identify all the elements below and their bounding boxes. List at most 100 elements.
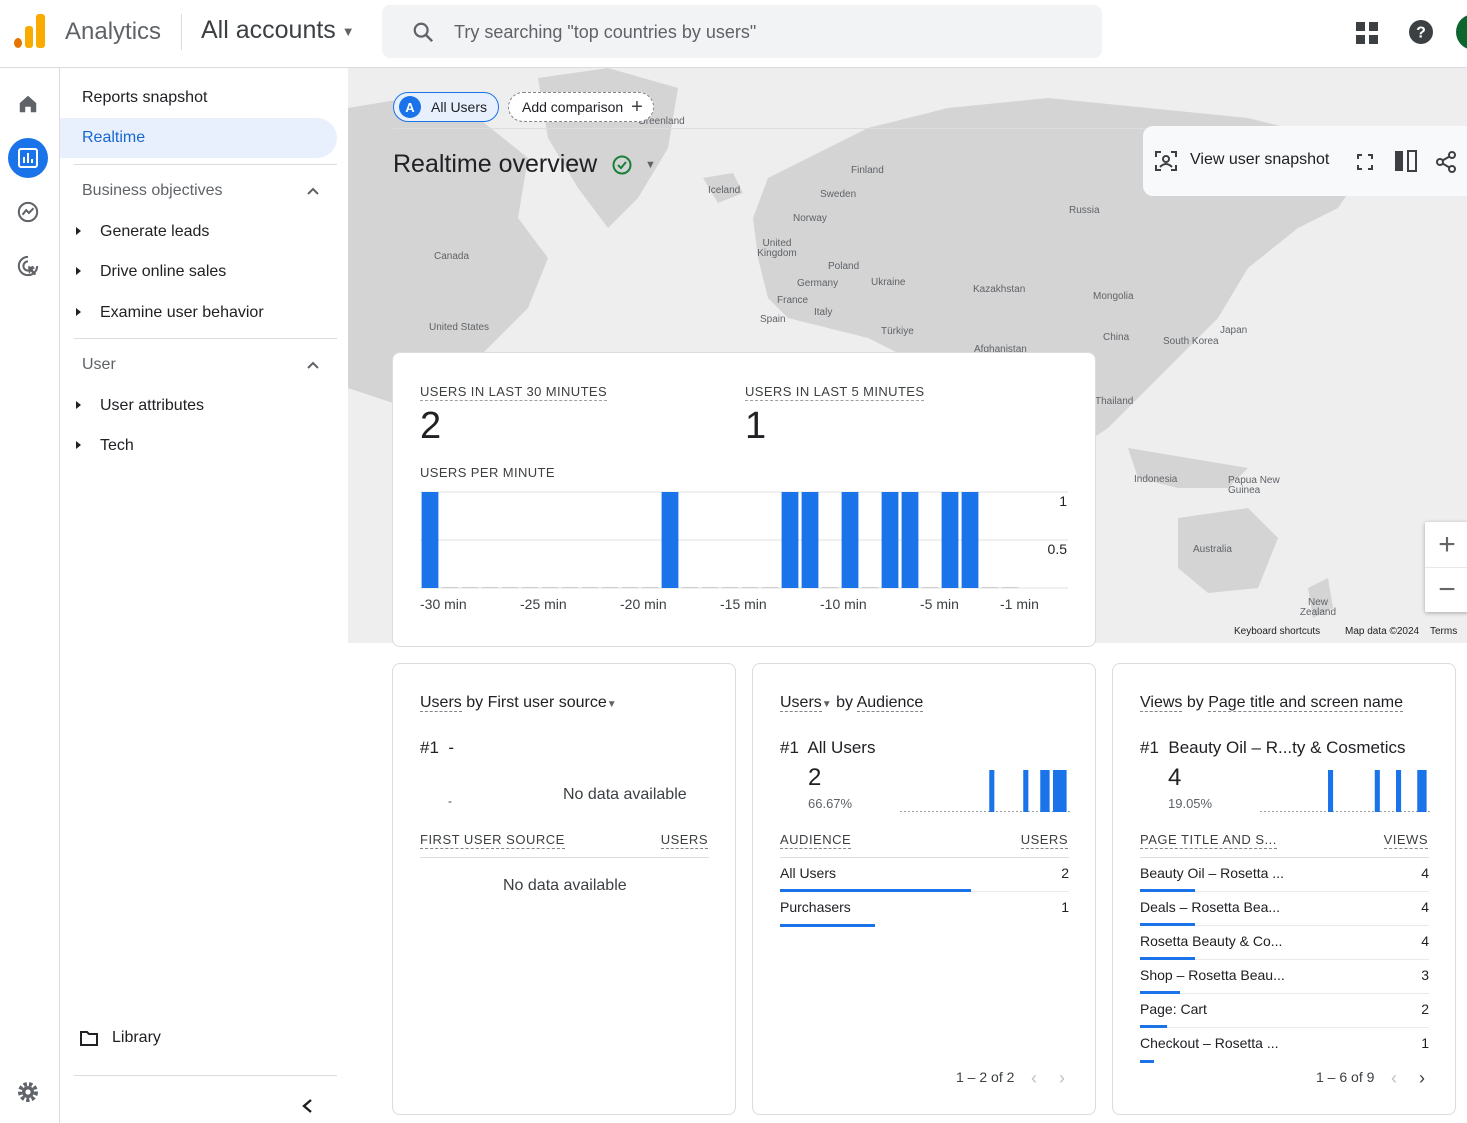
map-label: France — [777, 295, 809, 306]
chart-bar[interactable] — [941, 492, 959, 588]
rank-dash: - — [448, 794, 452, 808]
table-row[interactable]: Purchasers 1 — [780, 892, 1069, 927]
column-header-metric[interactable]: VIEWS — [1383, 832, 1428, 849]
avatar[interactable] — [1456, 14, 1467, 50]
chart-bar[interactable] — [421, 492, 439, 588]
reports-button[interactable] — [8, 138, 48, 178]
dimension-selector[interactable]: Page title and screen name — [1208, 694, 1403, 712]
column-header-dimension[interactable]: FIRST USER SOURCE — [420, 832, 565, 849]
sparkline-bar — [1374, 770, 1380, 812]
nav-item-user-attributes[interactable]: User attributes — [100, 397, 204, 415]
caret-down-icon[interactable]: ▼ — [645, 159, 656, 171]
chart-bar[interactable] — [801, 492, 819, 588]
chart-bar[interactable] — [841, 492, 859, 588]
home-icon — [19, 95, 37, 113]
terms-link[interactable]: Terms — [1430, 626, 1457, 637]
nav-item-drive-online-sales[interactable]: Drive online sales — [100, 263, 226, 281]
nav-realtime[interactable]: Realtime — [82, 129, 145, 147]
chart-bar-empty — [701, 587, 719, 588]
table-row[interactable]: Rosetta Beauty & Co... 4 — [1140, 926, 1429, 960]
dimension-selector[interactable]: Audience — [856, 694, 924, 712]
fullscreen-icon[interactable] — [1357, 154, 1373, 170]
chart-bar[interactable] — [901, 492, 919, 588]
caret-down-icon[interactable]: ▼ — [607, 699, 617, 710]
chevron-left-icon[interactable]: ‹ — [1391, 1068, 1397, 1089]
table-row[interactable]: Deals – Rosetta Bea... 4 — [1140, 892, 1429, 926]
compare-columns-icon[interactable] — [1394, 150, 1418, 172]
keyboard-shortcuts-link[interactable]: Keyboard shortcuts — [1234, 626, 1320, 637]
rank-number: #1 — [420, 738, 439, 757]
metric-selector[interactable]: Users — [780, 694, 822, 712]
zoom-in-button[interactable]: + — [1425, 522, 1467, 567]
realtime-users-card: USERS IN LAST 30 MINUTES 2 USERS IN LAST… — [392, 352, 1096, 647]
nav-section-user[interactable]: User — [82, 356, 116, 374]
search-input[interactable] — [454, 17, 1074, 47]
table-row[interactable]: Shop – Rosetta Beau... 3 — [1140, 960, 1429, 994]
column-header-metric[interactable]: USERS — [660, 832, 708, 849]
explore-button[interactable] — [8, 192, 48, 232]
column-header-dimension[interactable]: PAGE TITLE AND S... — [1140, 832, 1277, 849]
table-row[interactable]: Beauty Oil – Rosetta ... 4 — [1140, 858, 1429, 892]
snapshot-toolbar: View user snapshot — [1143, 126, 1467, 196]
caret-down-icon[interactable]: ▼ — [822, 699, 832, 710]
top-rank: #1 All Users — [780, 738, 875, 758]
users-per-minute-chart[interactable]: -30 min -25 min -20 min -15 min -10 min -5 mi… — [420, 488, 1075, 633]
view-user-snapshot-button[interactable]: View user snapshot — [1190, 151, 1329, 169]
chevron-right-icon[interactable]: › — [1059, 1068, 1065, 1089]
search-bar[interactable] — [382, 5, 1102, 58]
table-row[interactable]: All Users 2 — [780, 858, 1069, 892]
expand-arrow-icon[interactable] — [76, 441, 81, 449]
check-circle-icon[interactable] — [612, 155, 632, 175]
apps-grid-icon[interactable] — [1356, 22, 1378, 44]
share-icon[interactable] — [1435, 151, 1457, 173]
metric-selector[interactable]: Users — [420, 694, 462, 712]
table-row[interactable]: Checkout – Rosetta ... 1 — [1140, 1028, 1429, 1063]
analytics-logo-icon[interactable] — [14, 14, 46, 48]
card-title: Users by First user source▼ — [420, 694, 617, 712]
expand-arrow-icon[interactable] — [76, 267, 81, 275]
no-data-message: No data available — [563, 786, 687, 803]
expand-arrow-icon[interactable] — [76, 227, 81, 235]
chart-bar-empty — [621, 587, 639, 588]
nav-item-examine-user-behavior[interactable]: Examine user behavior — [100, 304, 264, 322]
chevron-right-icon[interactable]: › — [1419, 1068, 1425, 1089]
users-5-min-label[interactable]: USERS IN LAST 5 MINUTES — [745, 384, 925, 401]
chart-bar[interactable] — [781, 492, 799, 588]
all-users-chip[interactable]: A All Users — [393, 92, 499, 122]
column-header-dimension[interactable]: AUDIENCE — [780, 832, 852, 849]
collapse-chevron-left-icon[interactable] — [301, 1098, 313, 1114]
nav-reports-snapshot[interactable]: Reports snapshot — [82, 89, 207, 107]
chevron-up-icon[interactable] — [306, 360, 320, 370]
expand-arrow-icon[interactable] — [76, 308, 81, 316]
pagination-label: 1 – 6 of 9 — [1316, 1069, 1375, 1085]
chart-bar[interactable] — [961, 492, 979, 588]
x-tick-label: -25 min — [520, 596, 567, 612]
rank-number: #1 — [780, 738, 799, 757]
chart-bar-empty — [441, 587, 459, 588]
zoom-out-button[interactable]: − — [1425, 567, 1467, 612]
chart-bar-empty — [461, 587, 479, 588]
chart-bar[interactable] — [661, 492, 679, 588]
advertising-button[interactable] — [8, 246, 48, 286]
settings-button[interactable] — [8, 1072, 48, 1112]
table-row[interactable]: Page: Cart 2 — [1140, 994, 1429, 1028]
nav-section-business-objectives[interactable]: Business objectives — [82, 182, 223, 200]
help-icon[interactable]: ? — [1409, 20, 1433, 44]
column-header-metric[interactable]: USERS — [1020, 832, 1068, 849]
home-button[interactable] — [8, 84, 48, 124]
account-selector[interactable]: All accounts ▼ — [201, 16, 355, 45]
app-title[interactable]: Analytics — [65, 18, 161, 46]
chevron-left-icon[interactable]: ‹ — [1031, 1068, 1037, 1089]
chevron-up-icon[interactable] — [306, 186, 320, 196]
nav-item-generate-leads[interactable]: Generate leads — [100, 223, 209, 241]
add-comparison-button[interactable]: Add comparison + — [508, 92, 654, 122]
metric-selector[interactable]: Views — [1140, 694, 1183, 712]
map-label: Papua New Guinea — [1228, 475, 1280, 496]
dimension-selector[interactable]: First user source — [488, 694, 607, 711]
nav-library[interactable]: Library — [112, 1029, 161, 1047]
chart-bar[interactable] — [881, 492, 899, 588]
x-tick-label: -5 min — [920, 596, 959, 612]
nav-item-tech[interactable]: Tech — [100, 437, 134, 455]
expand-arrow-icon[interactable] — [76, 401, 81, 409]
users-30-min-label[interactable]: USERS IN LAST 30 MINUTES — [420, 384, 608, 401]
